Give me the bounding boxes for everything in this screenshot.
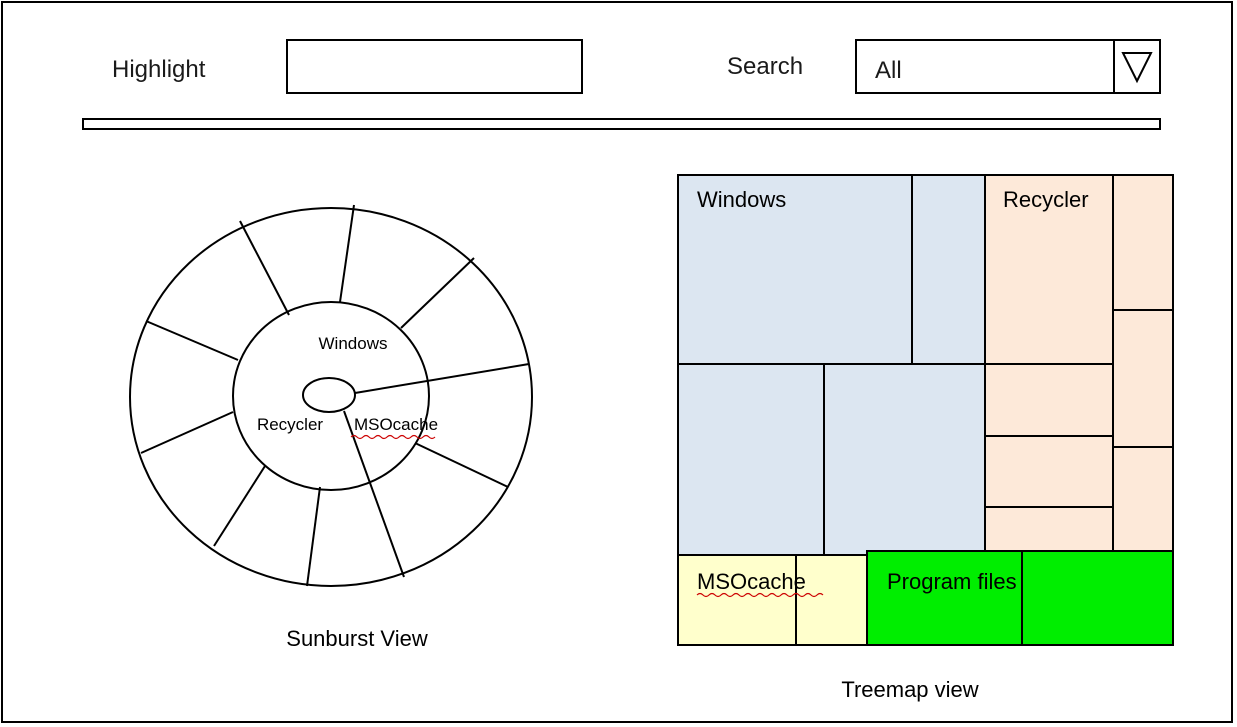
- treemap-caption: Treemap view: [841, 677, 978, 702]
- treemap-region-program-files[interactable]: [866, 550, 1174, 646]
- treemap-label-recycler: Recycler: [1003, 187, 1089, 212]
- treemap-label-msocache: MSOcache: [697, 569, 806, 594]
- treemap-label-program-files: Program files: [887, 569, 1017, 594]
- treemap-label-windows: Windows: [697, 187, 786, 212]
- treemap-chart: Windows Recycler MSOcache Program files …: [677, 174, 1174, 702]
